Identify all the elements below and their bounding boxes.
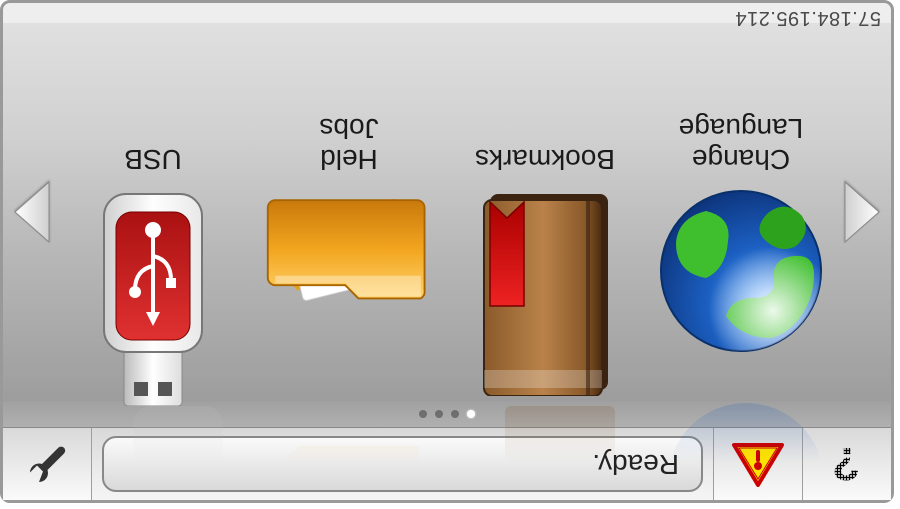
wrench-icon <box>25 442 69 486</box>
carousel-prev[interactable] <box>839 177 887 247</box>
carousel-item-bookmarks[interactable]: Bookmarks <box>455 143 635 396</box>
carousel-item-label: Bookmarks <box>475 143 615 174</box>
chevron-right-icon <box>11 180 51 244</box>
folder-icon <box>264 186 434 356</box>
usb-drive-icon <box>88 186 218 406</box>
page-dot <box>419 410 427 418</box>
carousel-item-label: Held Jobs <box>319 112 378 174</box>
page-dot <box>451 410 459 418</box>
globe-icon <box>656 186 826 356</box>
carousel-next[interactable] <box>7 177 55 247</box>
ip-address: 57.184.195.214 <box>735 6 881 29</box>
top-bar: ? Ready. <box>3 427 891 500</box>
alert-button[interactable] <box>713 428 802 500</box>
help-button[interactable]: ? <box>802 428 891 500</box>
page-dot <box>435 410 443 418</box>
status-text: Ready. <box>592 448 679 480</box>
alert-triangle-icon <box>732 441 784 487</box>
carousel-items: Change Language <box>55 18 839 406</box>
status-display: Ready. <box>102 436 703 492</box>
page-dot <box>467 410 475 418</box>
home-carousel: Change Language <box>3 23 891 401</box>
carousel-item-label: USB <box>124 143 182 174</box>
settings-button[interactable] <box>3 428 92 500</box>
bookmarks-icon <box>470 186 620 396</box>
chevron-left-icon <box>843 180 883 244</box>
carousel-item-label: Change Language <box>679 112 804 174</box>
carousel-item-held-jobs[interactable]: Held Jobs <box>259 112 439 396</box>
carousel-item-usb[interactable]: USB <box>63 143 243 396</box>
carousel-item-change-language[interactable]: Change Language <box>651 112 831 396</box>
help-icon: ? <box>834 437 860 491</box>
